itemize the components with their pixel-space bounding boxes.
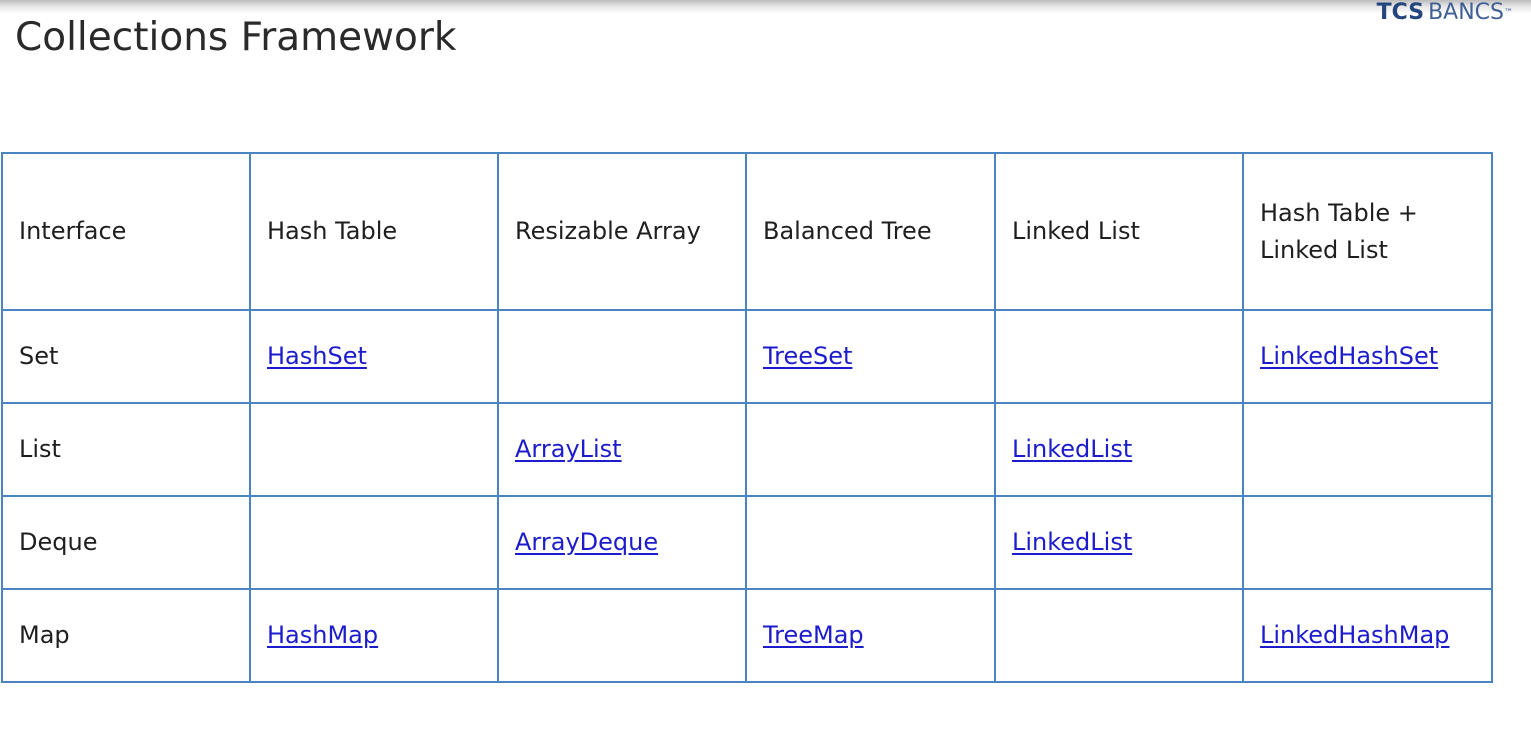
header-cell-interface: Interface — [1, 152, 251, 311]
cell-set-hash-table: HashSet — [249, 309, 499, 404]
link-arraylist[interactable]: ArrayList — [515, 435, 622, 463]
cell-deque-resizable-array: ArrayDeque — [497, 495, 747, 590]
cell-list-linked-list: LinkedList — [994, 402, 1244, 497]
cell-set-balanced-tree: TreeSet — [745, 309, 996, 404]
link-treemap[interactable]: TreeMap — [763, 621, 864, 649]
link-linkedhashset[interactable]: LinkedHashSet — [1260, 342, 1438, 370]
header-cell-hash-table: Hash Table — [249, 152, 499, 311]
link-treeset[interactable]: TreeSet — [763, 342, 852, 370]
link-hashmap[interactable]: HashMap — [267, 621, 378, 649]
header-cell-resizable-array: Resizable Array — [497, 152, 747, 311]
cell-deque-balanced-tree — [745, 495, 996, 590]
row-label-map: Map — [1, 588, 251, 683]
logo-product: BΑNCS — [1428, 0, 1504, 25]
cell-set-linked-list — [994, 309, 1244, 404]
cell-map-resizable-array — [497, 588, 747, 683]
collections-table: Interface Hash Table Resizable Array Bal… — [1, 152, 1493, 683]
cell-list-resizable-array: ArrayList — [497, 402, 747, 497]
link-linkedlist-list[interactable]: LinkedList — [1012, 435, 1132, 463]
row-label-list: List — [1, 402, 251, 497]
link-hashset[interactable]: HashSet — [267, 342, 367, 370]
cell-map-linked-list — [994, 588, 1244, 683]
table-row-set: Set HashSet TreeSet LinkedHashSet — [1, 309, 1493, 404]
link-linkedhashmap[interactable]: LinkedHashMap — [1260, 621, 1449, 649]
logo-brand: TCS — [1376, 0, 1425, 25]
cell-list-hash-table — [249, 402, 499, 497]
cell-list-balanced-tree — [745, 402, 996, 497]
cell-list-hash-table-linked-list — [1242, 402, 1493, 497]
header-cell-linked-list: Linked List — [994, 152, 1244, 311]
table-row-deque: Deque ArrayDeque LinkedList — [1, 495, 1493, 590]
slide-title: Collections Framework — [15, 15, 457, 60]
header-cell-hash-table-linked-list: Hash Table + Linked List — [1242, 152, 1493, 311]
cell-map-hash-table-linked-list: LinkedHashMap — [1242, 588, 1493, 683]
cell-map-balanced-tree: TreeMap — [745, 588, 996, 683]
table-header-row: Interface Hash Table Resizable Array Bal… — [1, 152, 1493, 311]
cell-deque-linked-list: LinkedList — [994, 495, 1244, 590]
cell-map-hash-table: HashMap — [249, 588, 499, 683]
cell-set-resizable-array — [497, 309, 747, 404]
link-linkedlist-deque[interactable]: LinkedList — [1012, 528, 1132, 556]
link-arraydeque[interactable]: ArrayDeque — [515, 528, 658, 556]
header-cell-balanced-tree: Balanced Tree — [745, 152, 996, 311]
table-row-list: List ArrayList LinkedList — [1, 402, 1493, 497]
tcs-bancs-logo: TCS BΑNCS™ — [1377, 0, 1513, 26]
cell-deque-hash-table-linked-list — [1242, 495, 1493, 590]
table-row-map: Map HashMap TreeMap LinkedHashMap — [1, 588, 1493, 683]
row-label-set: Set — [1, 309, 251, 404]
cell-deque-hash-table — [249, 495, 499, 590]
logo-trademark: ™ — [1504, 8, 1513, 18]
cell-set-hash-table-linked-list: LinkedHashSet — [1242, 309, 1493, 404]
row-label-deque: Deque — [1, 495, 251, 590]
